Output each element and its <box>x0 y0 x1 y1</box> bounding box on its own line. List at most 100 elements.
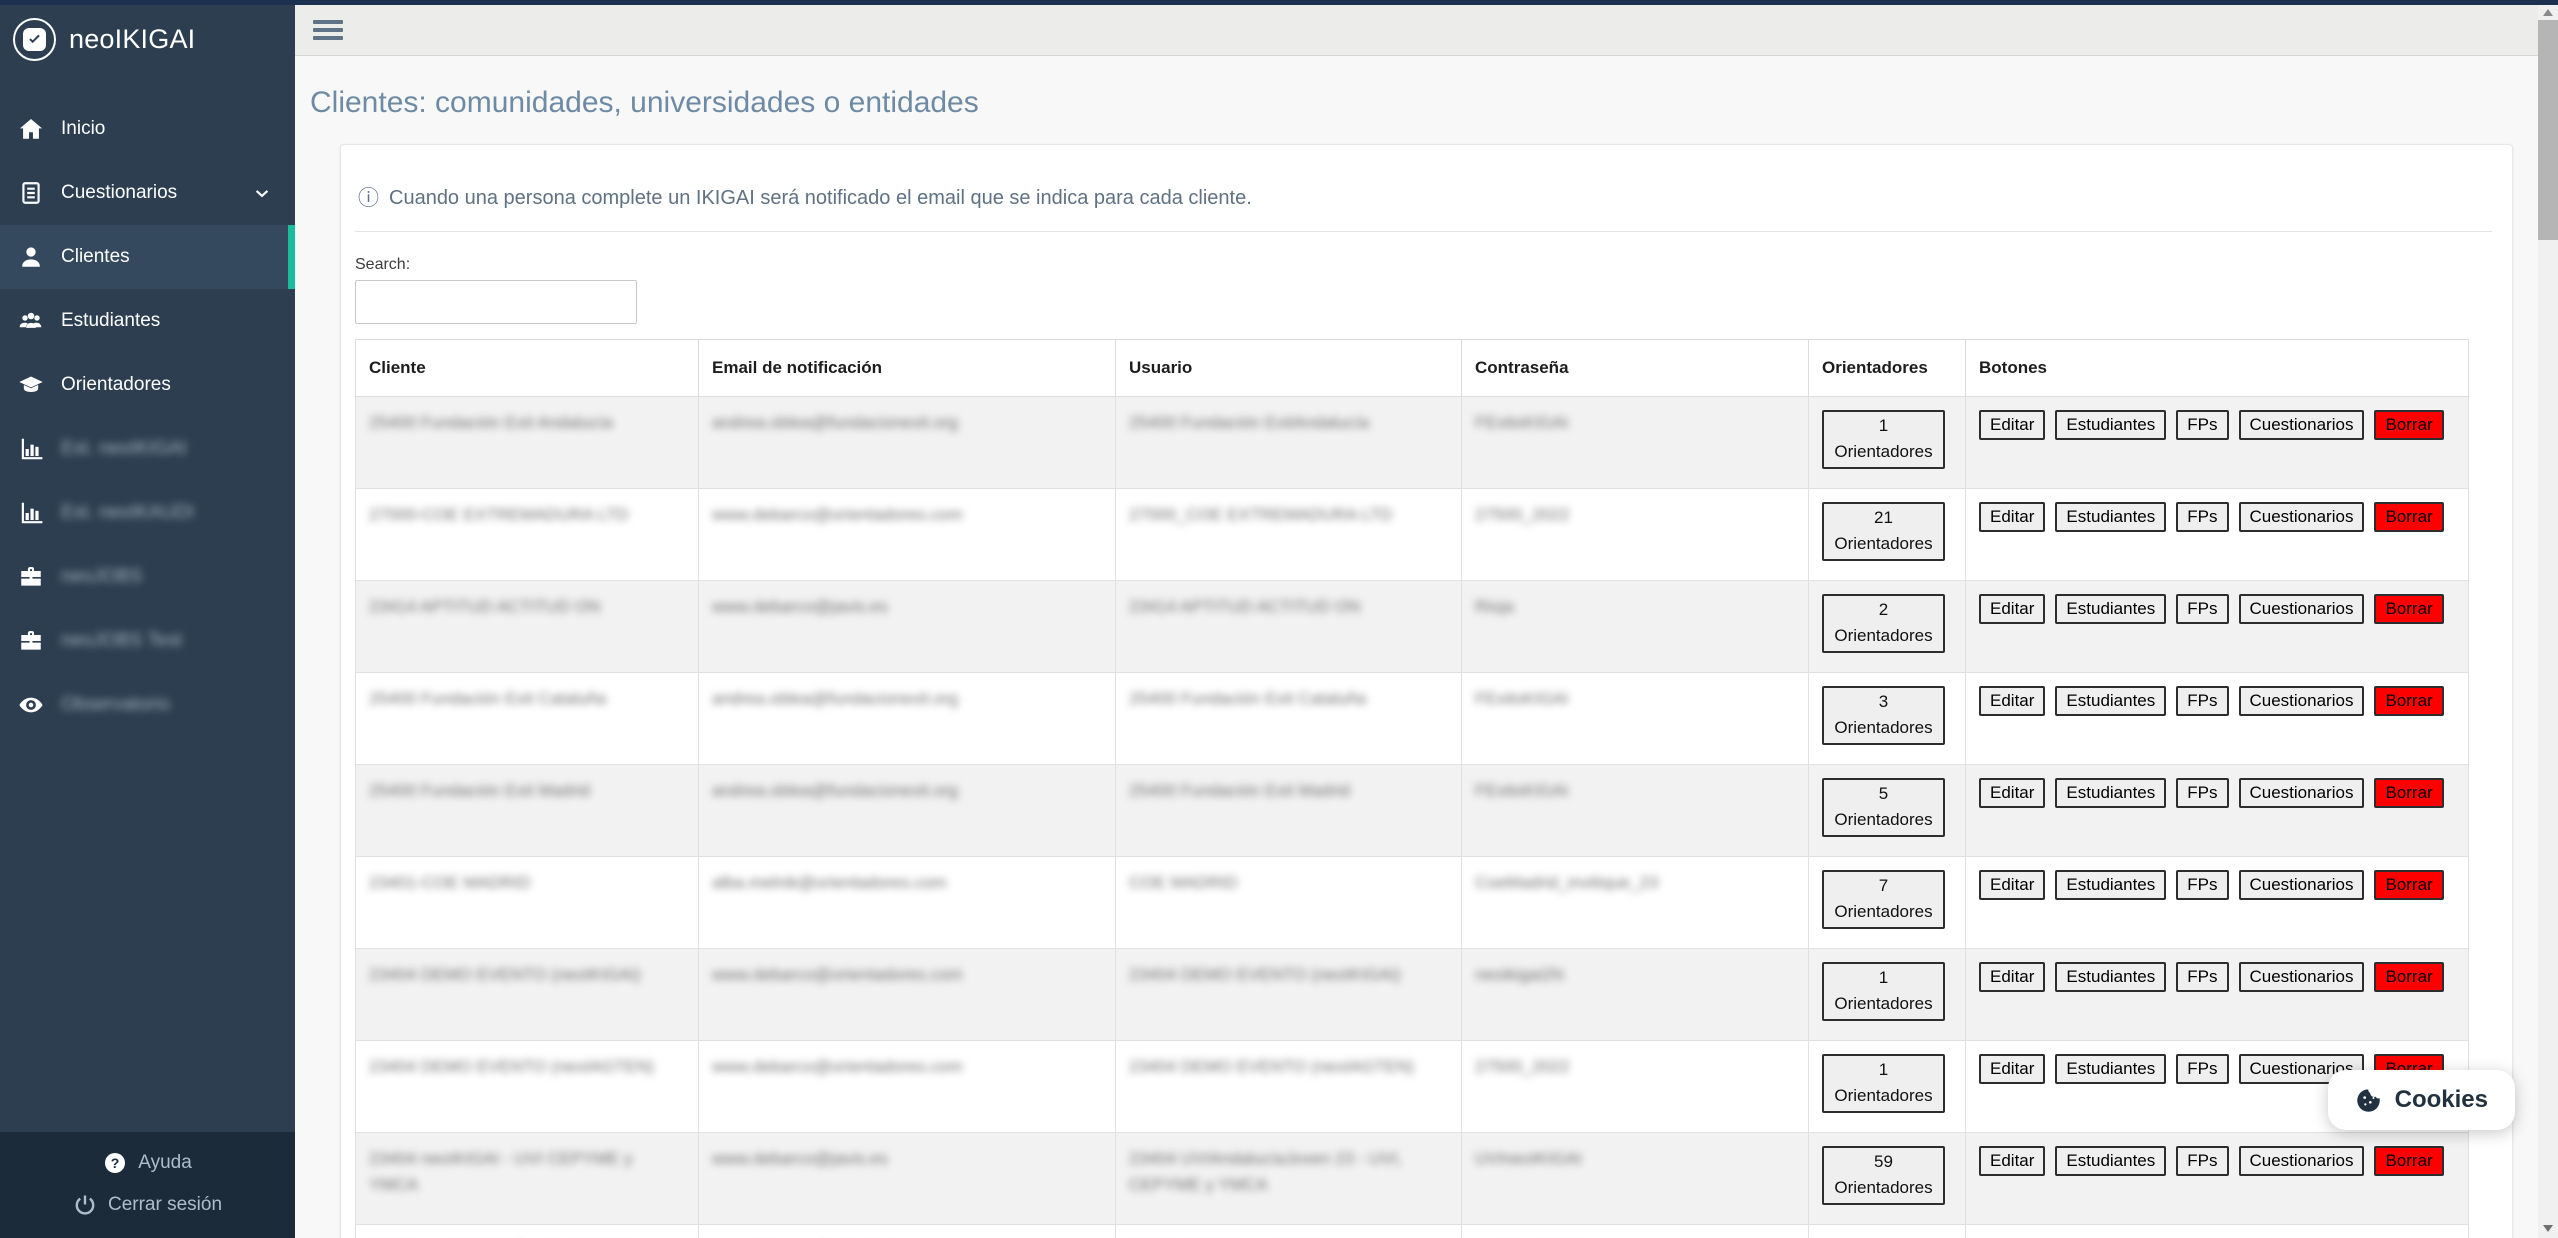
editar-button[interactable]: Editar <box>1979 870 2045 900</box>
editar-button[interactable]: Editar <box>1979 962 2045 992</box>
usuario-cell: UVIYouthChallenge2030 <box>1116 1225 1462 1238</box>
cuestionarios-button[interactable]: Cuestionarios <box>2239 686 2365 716</box>
editar-button[interactable]: Editar <box>1979 502 2045 532</box>
orientadores-cell: 2Orientadores <box>1809 581 1966 673</box>
estudiantes-button[interactable]: Estudiantes <box>2055 410 2166 440</box>
menu-toggle-icon[interactable] <box>307 14 349 46</box>
cuestionarios-button[interactable]: Cuestionarios <box>2239 1146 2365 1176</box>
fps-button[interactable]: FPs <box>2176 502 2228 532</box>
column-header-email-de-notificaci-n[interactable]: Email de notificación <box>699 340 1116 397</box>
estudiantes-button[interactable]: Estudiantes <box>2055 686 2166 716</box>
estudiantes-button[interactable]: Estudiantes <box>2055 1146 2166 1176</box>
cuestionarios-button[interactable]: Cuestionarios <box>2239 962 2365 992</box>
editar-button[interactable]: Editar <box>1979 686 2045 716</box>
sidebar-item-cuestionarios[interactable]: Cuestionarios <box>0 161 295 225</box>
orientadores-count-button[interactable]: 1Orientadores <box>1822 962 1945 1021</box>
orientadores-count-button[interactable]: 3Orientadores <box>1822 686 1945 745</box>
editar-button[interactable]: Editar <box>1979 410 2045 440</box>
estudiantes-button[interactable]: Estudiantes <box>2055 1054 2166 1084</box>
email-cell: andrea.oblea@fundacionexit.org <box>699 397 1116 489</box>
borrar-button[interactable]: Borrar <box>2374 594 2443 624</box>
estudiantes-button[interactable]: Estudiantes <box>2055 962 2166 992</box>
fps-button[interactable]: FPs <box>2176 870 2228 900</box>
sidebar-item-neojobs[interactable]: neoJOBS <box>0 545 295 609</box>
cerrar-sesion-link[interactable]: Cerrar sesión <box>0 1184 295 1226</box>
column-header-cliente[interactable]: Cliente <box>356 340 699 397</box>
cuestionarios-button[interactable]: Cuestionarios <box>2239 502 2365 532</box>
orientadores-count-button[interactable]: 21Orientadores <box>1822 502 1945 561</box>
usuario-cell: 25400 Fundación Exit Cataluña <box>1116 673 1462 765</box>
orientadores-unit-label: Orientadores <box>1828 991 1939 1017</box>
cuestionarios-button[interactable]: Cuestionarios <box>2239 410 2365 440</box>
column-header-botones[interactable]: Botones <box>1966 340 2469 397</box>
sidebar-item-inicio[interactable]: Inicio <box>0 97 295 161</box>
borrar-button[interactable]: Borrar <box>2374 778 2443 808</box>
cuestionarios-button[interactable]: Cuestionarios <box>2239 594 2365 624</box>
editar-button[interactable]: Editar <box>1979 778 2045 808</box>
borrar-button[interactable]: Borrar <box>2374 686 2443 716</box>
column-header-usuario[interactable]: Usuario <box>1116 340 1462 397</box>
cliente-value: 23404 DEMO EVENTO (neoIKIGAI) <box>369 962 641 988</box>
estudiantes-button[interactable]: Estudiantes <box>2055 778 2166 808</box>
orientadores-count-button[interactable]: 1Orientadores <box>1822 1054 1945 1113</box>
borrar-button[interactable]: Borrar <box>2374 962 2443 992</box>
orientadores-count: 1 <box>1828 413 1939 439</box>
sidebar-item-observatorio[interactable]: Observatorio <box>0 673 295 737</box>
search-input[interactable] <box>355 280 637 324</box>
editar-button[interactable]: Editar <box>1979 1054 2045 1084</box>
orientadores-cell: 3Orientadores <box>1809 673 1966 765</box>
case-icon <box>18 628 44 654</box>
vertical-scrollbar[interactable] <box>2538 0 2558 1238</box>
fps-button[interactable]: FPs <box>2176 1054 2228 1084</box>
ayuda-link[interactable]: ?Ayuda <box>0 1142 295 1184</box>
orientadores-count-button[interactable]: 59Orientadores <box>1822 1146 1945 1205</box>
orientadores-count-button[interactable]: 2Orientadores <box>1822 594 1945 653</box>
brand: neoIKIGAI <box>0 0 295 71</box>
cookies-button[interactable]: Cookies <box>2328 1070 2515 1130</box>
contrasena-value: CoeMadrid_invitique_23 <box>1475 870 1658 896</box>
sidebar-item-clientes[interactable]: Clientes <box>0 225 295 289</box>
fps-button[interactable]: FPs <box>2176 778 2228 808</box>
scrollbar-thumb[interactable] <box>2538 20 2558 240</box>
borrar-button[interactable]: Borrar <box>2374 1146 2443 1176</box>
email-value: www.debarco@orientadores.com <box>712 1054 963 1080</box>
cuestionarios-button[interactable]: Cuestionarios <box>2239 778 2365 808</box>
email-value: andrea.oblea@fundacionexit.org <box>712 778 958 804</box>
usuario-cell: 23404 DEMO EVENTO (neoIAGTEN) <box>1116 1041 1462 1133</box>
orientadores-count-button[interactable]: 7Orientadores <box>1822 870 1945 929</box>
sidebar-item-est-neoikigai[interactable]: Est. neoIKIGAI <box>0 417 295 481</box>
scroll-up-icon[interactable] <box>2538 2 2558 22</box>
contrasena-cell: FExitoKIGAI <box>1462 765 1809 857</box>
editar-button[interactable]: Editar <box>1979 594 2045 624</box>
borrar-button[interactable]: Borrar <box>2374 502 2443 532</box>
cliente-cell: 27000-COE EXTREMADURA LTD <box>356 489 699 581</box>
orientadores-count-button[interactable]: 5Orientadores <box>1822 778 1945 837</box>
usuario-cell: 23404 UVIAndalucíaJoven 23 - UVI, CEPYME… <box>1116 1133 1462 1225</box>
estudiantes-button[interactable]: Estudiantes <box>2055 870 2166 900</box>
orientadores-unit-label: Orientadores <box>1828 1175 1939 1201</box>
estudiantes-button[interactable]: Estudiantes <box>2055 502 2166 532</box>
cuestionarios-button[interactable]: Cuestionarios <box>2239 870 2365 900</box>
column-header-orientadores[interactable]: Orientadores <box>1809 340 1966 397</box>
sidebar-item-neojobs-test[interactable]: neoJOBS Test <box>0 609 295 673</box>
orientadores-count-button[interactable]: 1Orientadores <box>1822 410 1945 469</box>
email-cell: andrea.oblea@fundacionexit.org <box>699 673 1116 765</box>
sidebar-item-est-neoikaudi[interactable]: Est. neoIKAUDI <box>0 481 295 545</box>
column-header-contrase-a[interactable]: Contraseña <box>1462 340 1809 397</box>
sidebar-item-orientadores[interactable]: Orientadores <box>0 353 295 417</box>
scroll-down-icon[interactable] <box>2538 1218 2558 1238</box>
estudiantes-button[interactable]: Estudiantes <box>2055 594 2166 624</box>
borrar-button[interactable]: Borrar <box>2374 410 2443 440</box>
fps-button[interactable]: FPs <box>2176 686 2228 716</box>
fps-button[interactable]: FPs <box>2176 1146 2228 1176</box>
contrasena-cell: UVIneoIKIGAI <box>1462 1133 1809 1225</box>
fps-button[interactable]: FPs <box>2176 410 2228 440</box>
fps-button[interactable]: FPs <box>2176 594 2228 624</box>
usuario-cell: COE MADRID <box>1116 857 1462 949</box>
fps-button[interactable]: FPs <box>2176 962 2228 992</box>
sidebar-item-estudiantes[interactable]: Estudiantes <box>0 289 295 353</box>
borrar-button[interactable]: Borrar <box>2374 870 2443 900</box>
editar-button[interactable]: Editar <box>1979 1146 2045 1176</box>
search-label: Search: <box>355 256 2492 274</box>
power-icon <box>73 1193 97 1217</box>
